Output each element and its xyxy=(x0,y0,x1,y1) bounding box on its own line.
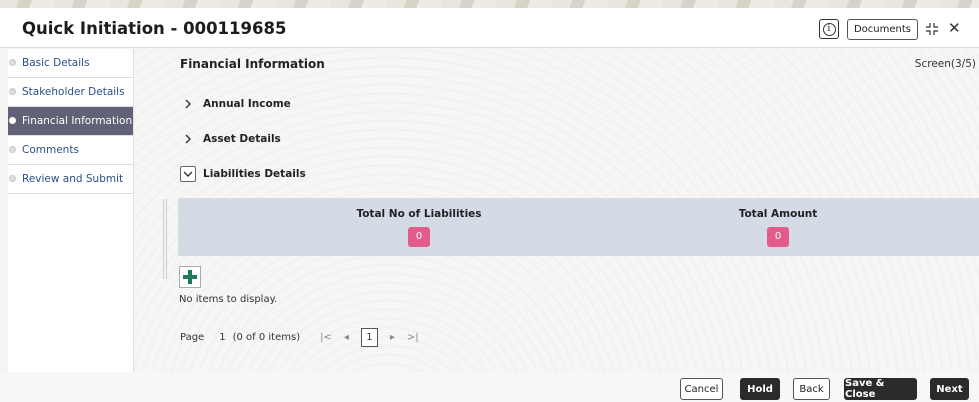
sidebar-item-label: Comments xyxy=(22,144,79,156)
sidebar-item-financial-information[interactable]: Financial Information xyxy=(8,107,133,136)
resize-handle[interactable] xyxy=(163,199,167,279)
sidebar-item-label: Review and Submit xyxy=(22,173,124,185)
sidebar-item-basic-details[interactable]: Basic Details xyxy=(8,49,133,78)
screen-indicator: Screen(3/5) xyxy=(914,58,976,70)
plus-icon xyxy=(183,270,197,284)
total-amount: Total Amount 0 xyxy=(678,208,878,247)
sidebar-item-label: Financial Information xyxy=(22,115,133,127)
section-title: Financial Information xyxy=(180,57,325,71)
cancel-button[interactable]: Cancel xyxy=(680,378,723,400)
chevron-down-icon xyxy=(180,166,196,182)
next-button[interactable]: Next xyxy=(930,378,969,400)
decorative-top-band xyxy=(0,0,979,8)
page-number: 1 xyxy=(219,331,226,343)
chevron-right-icon xyxy=(180,96,196,112)
documents-button[interactable]: Documents xyxy=(847,19,918,40)
chevron-right-icon xyxy=(180,131,196,147)
total-liabilities-badge: 0 xyxy=(408,227,430,247)
step-dot-icon xyxy=(9,146,16,153)
empty-message: No items to display. xyxy=(179,294,278,305)
sidebar-item-stakeholder-details[interactable]: Stakeholder Details xyxy=(8,78,133,107)
accordion-annual-income[interactable]: Annual Income xyxy=(180,94,291,114)
info-circle-icon: i xyxy=(822,22,836,36)
sidebar-item-label: Stakeholder Details xyxy=(22,86,125,98)
accordion-liabilities-details[interactable]: Liabilities Details xyxy=(180,164,306,184)
sidebar-item-label: Basic Details xyxy=(22,57,90,69)
step-dot-icon xyxy=(9,117,16,124)
step-dot-icon xyxy=(9,88,16,95)
page-label: Page xyxy=(180,331,205,343)
step-dot-icon xyxy=(9,59,16,66)
footer-bar: Cancel Hold Back Save & Close Next xyxy=(0,372,979,402)
sidebar-item-review-and-submit[interactable]: Review and Submit xyxy=(8,165,133,194)
sidebar: Basic Details Stakeholder Details Financ… xyxy=(8,49,134,399)
sidebar-item-comments[interactable]: Comments xyxy=(8,136,133,165)
item-count: (0 of 0 items) xyxy=(232,331,301,343)
expand-icon[interactable] xyxy=(926,23,938,35)
add-liability-button[interactable] xyxy=(179,266,201,288)
info-icon[interactable]: i xyxy=(819,19,839,39)
previous-page-icon[interactable]: ◂ xyxy=(344,332,349,343)
accordion-label: Annual Income xyxy=(203,98,291,110)
accordion-asset-details[interactable]: Asset Details xyxy=(180,129,281,149)
save-close-button[interactable]: Save & Close xyxy=(844,378,917,400)
last-page-icon[interactable]: >| xyxy=(407,332,419,343)
pagination: Page 1 (0 of 0 items) |< ◂ 1 ▸ >| xyxy=(180,327,431,347)
page-title: Quick Initiation - 000119685 xyxy=(22,19,287,38)
total-amount-label: Total Amount xyxy=(738,208,818,220)
accordion-label: Liabilities Details xyxy=(203,168,306,180)
total-liabilities-label: Total No of Liabilities xyxy=(356,208,482,220)
hold-button[interactable]: Hold xyxy=(740,378,780,400)
liabilities-summary: Total No of Liabilities 0 Total Amount 0 xyxy=(178,198,979,256)
step-dot-icon xyxy=(9,175,16,182)
accordion-label: Asset Details xyxy=(203,133,281,145)
next-page-icon[interactable]: ▸ xyxy=(390,332,395,343)
window-header: Quick Initiation - 000119685 i Documents… xyxy=(0,8,979,48)
total-amount-badge: 0 xyxy=(767,227,789,247)
current-page-input[interactable]: 1 xyxy=(360,327,378,347)
back-button[interactable]: Back xyxy=(793,378,830,400)
main-content: Financial Information Screen(3/5) Annual… xyxy=(134,49,979,372)
first-page-icon[interactable]: |< xyxy=(320,332,332,343)
total-liabilities-count: Total No of Liabilities 0 xyxy=(319,208,519,247)
close-icon[interactable]: ✕ xyxy=(948,21,961,36)
